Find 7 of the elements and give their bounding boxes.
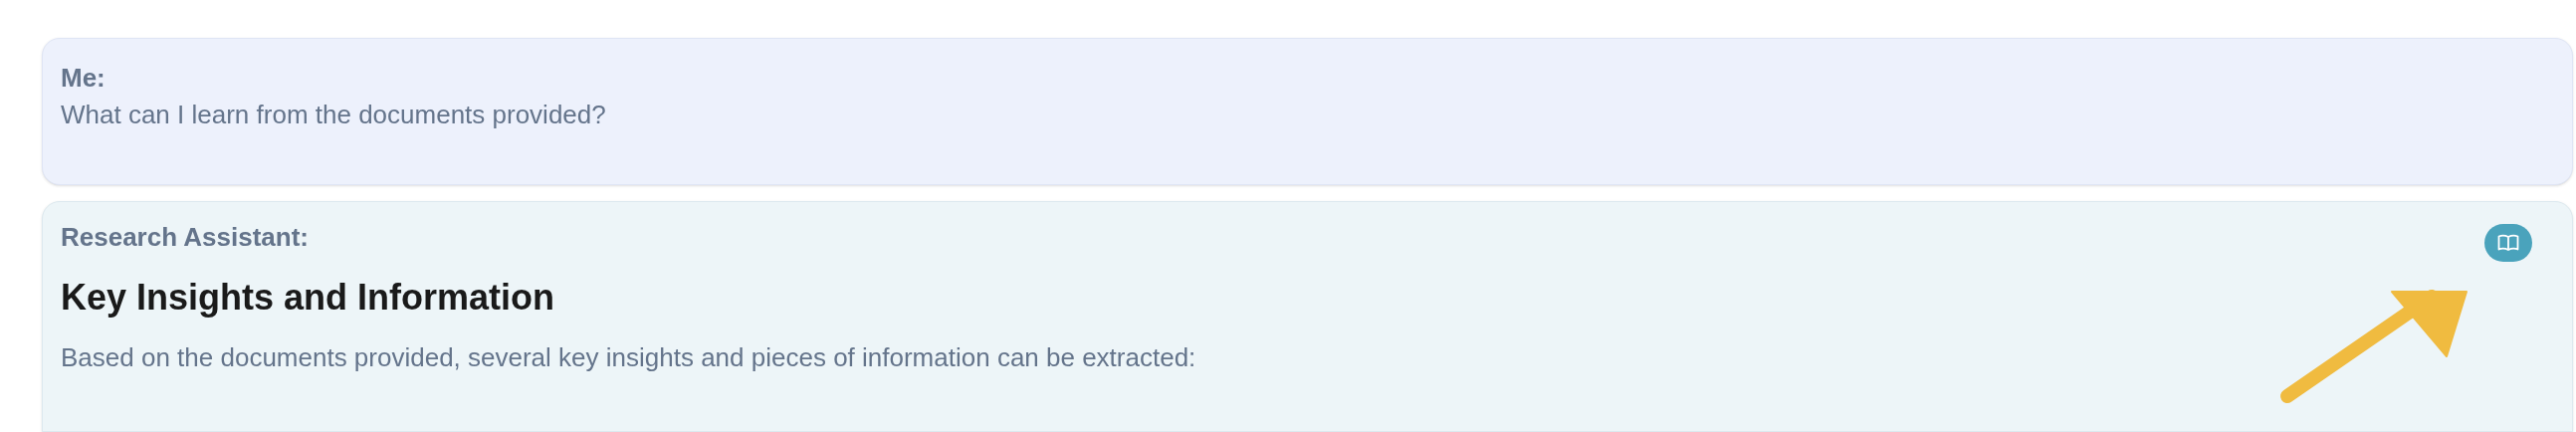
response-heading: Key Insights and Information xyxy=(61,275,556,320)
message-text: What can I learn from the documents provided? xyxy=(61,99,607,131)
book-icon xyxy=(2497,233,2519,252)
sender-label: Research Assistant: xyxy=(61,220,310,254)
sources-button[interactable] xyxy=(2484,223,2532,262)
response-text: Based on the documents provided, several key insights and pieces of information can be extracted: xyxy=(61,340,1197,374)
sender-label: Me: xyxy=(61,62,107,95)
